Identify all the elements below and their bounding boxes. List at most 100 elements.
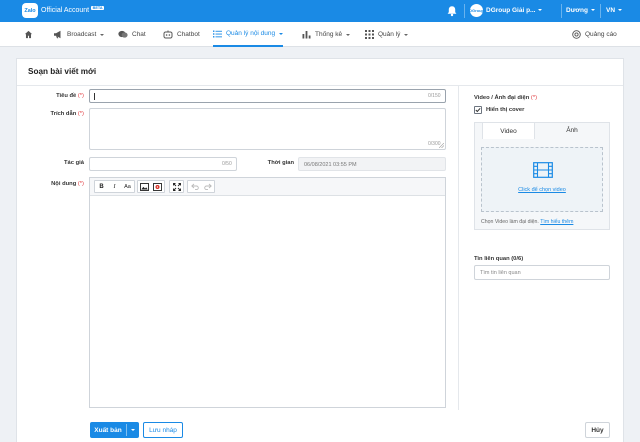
user-name: Dương: [566, 7, 588, 14]
chevron-down-icon: [100, 33, 105, 36]
list-icon: [213, 30, 222, 37]
upload-hint: Chọn Video làm đại diện. Tìm hiểu thêm: [481, 219, 573, 225]
time-label: Thời gian: [267, 160, 294, 166]
related-label: Tin liên quan (0/6): [474, 256, 524, 262]
nav-manage[interactable]: Quản lý: [365, 22, 409, 47]
cover-checkbox[interactable]: [474, 106, 482, 114]
beta-badge: BETA: [91, 5, 105, 10]
excerpt-counter: 0/300: [428, 141, 441, 147]
select-video-link[interactable]: Click để chọn video: [481, 187, 603, 193]
upload-hint-text: Chọn Video làm đại diện.: [481, 219, 539, 225]
text-cursor: [94, 93, 95, 100]
save-draft-button[interactable]: Lưu nháp: [143, 422, 183, 438]
nav-chatbot-label: Chatbot: [177, 31, 200, 38]
main-nav: Broadcast Chat Chatbot Quản lý nội dung …: [0, 22, 640, 47]
language-switcher[interactable]: VN: [606, 7, 623, 14]
tab-video[interactable]: Video: [482, 122, 535, 139]
title-input[interactable]: [89, 89, 446, 103]
title-label: Tiêu đề (*): [56, 93, 84, 99]
chevron-down-icon: [618, 9, 623, 12]
tab-image[interactable]: Ảnh: [542, 122, 602, 139]
italic-button[interactable]: I: [108, 181, 121, 192]
chevron-down-icon: [538, 9, 543, 12]
chevron-down-icon: [130, 429, 135, 431]
fullscreen-button[interactable]: [170, 181, 183, 192]
account-name: DGroup Giải p...: [486, 7, 536, 14]
chevron-down-icon: [346, 33, 351, 36]
nav-content-management[interactable]: Quản lý nội dung: [213, 22, 284, 47]
author-input[interactable]: [89, 157, 237, 171]
editor-toolbar: B I Aa: [90, 178, 445, 196]
chat-icon: [118, 30, 128, 38]
history-group: [187, 180, 215, 193]
video-icon: [153, 182, 162, 191]
nav-content-management-label: Quản lý nội dung: [226, 30, 276, 37]
column-divider: [458, 86, 459, 410]
insert-image-button[interactable]: [138, 181, 151, 192]
media-insert-group: [137, 180, 165, 193]
font-size-button[interactable]: Aa: [121, 181, 134, 192]
cover-checkbox-label: Hiển thị cover: [486, 107, 525, 113]
time-input: 06/08/2021 03:55 PM: [298, 157, 446, 171]
nav-statistics[interactable]: Thống kê: [302, 22, 351, 47]
content-label: Nội dung (*): [51, 181, 84, 187]
nav-ads-label: Quảng cáo: [585, 31, 617, 38]
video-upload-area[interactable]: [481, 147, 603, 212]
text-format-group: B I Aa: [94, 180, 135, 193]
nav-broadcast[interactable]: Broadcast: [53, 22, 105, 47]
insert-video-button[interactable]: [151, 181, 164, 192]
nav-chat-label: Chat: [132, 31, 146, 38]
author-counter: 0/50: [222, 161, 232, 167]
related-search-input[interactable]: [474, 265, 610, 280]
ads-target-icon: [572, 30, 581, 39]
undo-button[interactable]: [188, 181, 201, 192]
chatbot-icon: [163, 30, 173, 39]
excerpt-label: Trích dẫn (*): [50, 111, 84, 117]
image-icon: [140, 182, 149, 191]
nav-chatbot[interactable]: Chatbot: [163, 22, 200, 47]
brand-name: Official Account: [41, 7, 90, 14]
nav-manage-label: Quản lý: [378, 31, 401, 38]
publish-button-group: Xuất bản: [90, 422, 139, 438]
learn-more-link[interactable]: Tìm hiểu thêm: [540, 219, 573, 225]
broadcast-icon: [54, 30, 61, 39]
redo-button[interactable]: [201, 181, 214, 192]
bold-button[interactable]: B: [95, 181, 108, 192]
bar-chart-icon: [302, 31, 311, 39]
fullscreen-group: [169, 180, 184, 193]
chevron-down-icon: [279, 32, 284, 35]
user-menu[interactable]: Dương: [566, 7, 595, 14]
film-icon: [533, 162, 553, 178]
time-value: 06/08/2021 03:55 PM: [304, 161, 357, 168]
bell-icon[interactable]: [446, 5, 458, 17]
nav-broadcast-label: Broadcast: [67, 31, 97, 38]
language-label: VN: [606, 7, 616, 14]
zalo-logo-icon: Zalo: [22, 3, 38, 18]
page-title: Soạn bài viết mới: [28, 67, 97, 76]
title-divider: [17, 85, 623, 86]
header-divider: [464, 4, 465, 18]
redo-icon: [203, 183, 212, 190]
nav-ads[interactable]: Quảng cáo: [572, 22, 617, 47]
top-bar: Zalo Official Account BETA DGroup DGroup…: [0, 0, 640, 22]
excerpt-textarea[interactable]: [89, 108, 446, 150]
grid-icon: [365, 30, 374, 39]
home-icon: [24, 30, 33, 39]
media-label: Video / Ảnh đại diện (*): [474, 95, 538, 101]
content-editor[interactable]: B I Aa: [89, 177, 446, 408]
account-avatar[interactable]: DGroup: [469, 4, 484, 17]
author-label: Tác giả: [64, 160, 84, 166]
title-counter: 0/150: [428, 93, 441, 99]
nav-chat[interactable]: Chat: [118, 22, 146, 47]
header-divider: [600, 4, 601, 18]
fullscreen-icon: [172, 182, 181, 191]
brand-logo[interactable]: Zalo Official Account BETA: [22, 3, 105, 18]
nav-statistics-label: Thống kê: [315, 31, 343, 38]
publish-options-button[interactable]: [126, 422, 139, 438]
check-icon: [475, 107, 481, 113]
publish-button[interactable]: Xuất bản: [90, 422, 126, 438]
account-switcher[interactable]: DGroup Giải p...: [486, 7, 543, 14]
chevron-down-icon: [404, 33, 409, 36]
cancel-button[interactable]: Hủy: [585, 422, 610, 438]
nav-home[interactable]: [24, 22, 37, 47]
